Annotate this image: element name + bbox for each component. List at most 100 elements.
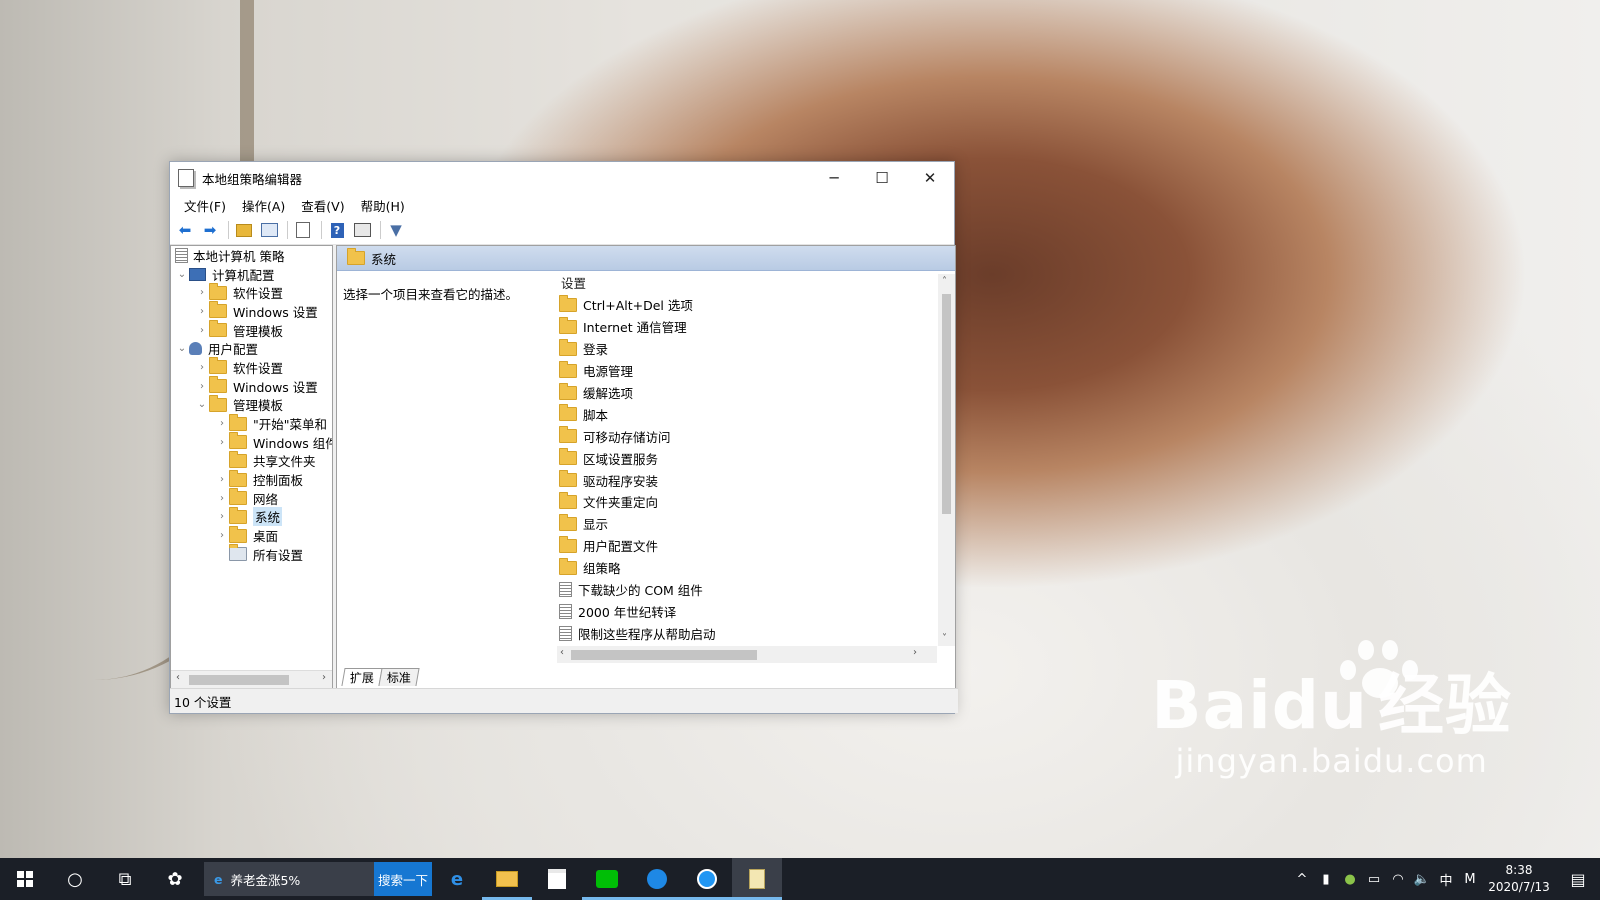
scroll-right-icon[interactable]: ›: [913, 647, 917, 658]
tree-item-network[interactable]: › 网络: [171, 488, 332, 508]
chevron-right-icon[interactable]: ›: [195, 325, 209, 336]
taskbar-clock[interactable]: 8:38 2020/7/13: [1482, 862, 1556, 896]
tree-pane[interactable]: 本地计算机 策略 ⌄ 计算机配置 › 软件设置 › Windows 设置 › 管…: [170, 245, 333, 689]
gpedit-window[interactable]: 本地组策略编辑器 ─ ☐ ✕ 文件(F) 操作(A) 查看(V) 帮助(H) ⬅…: [169, 161, 958, 714]
list-item[interactable]: 显示: [547, 513, 932, 535]
list-item[interactable]: 驱动程序安装: [547, 469, 932, 491]
browser-q-icon[interactable]: [632, 858, 682, 900]
security-shield-icon[interactable]: ●: [1338, 872, 1362, 887]
start-button[interactable]: [0, 858, 50, 900]
menu-help[interactable]: 帮助(H): [353, 196, 413, 215]
chevron-down-icon[interactable]: ⌄: [175, 343, 189, 354]
settings-list[interactable]: 设置 Ctrl+Alt+Del 选项 Internet 通信管理 登录 电源管理…: [547, 274, 932, 646]
chevron-right-icon[interactable]: ›: [215, 511, 229, 522]
wifi-icon[interactable]: ◠: [1386, 872, 1410, 887]
app-swirl-icon[interactable]: ✿: [150, 858, 200, 900]
help-icon[interactable]: ?: [326, 219, 348, 241]
scroll-left-icon[interactable]: ‹: [176, 672, 180, 683]
chevron-right-icon[interactable]: ›: [195, 362, 209, 373]
cortana-icon[interactable]: ○: [50, 858, 100, 900]
ime-mode[interactable]: M: [1458, 872, 1482, 887]
tree-item-uc-admin[interactable]: ⌄ 管理模板: [171, 394, 332, 415]
tree-horizontal-scrollbar[interactable]: ‹ ›: [171, 670, 332, 688]
chevron-right-icon[interactable]: ›: [195, 381, 209, 392]
back-arrow-icon[interactable]: ⬅: [174, 219, 196, 241]
tree-item-start-menu[interactable]: › "开始"菜单和: [171, 413, 332, 433]
ime-language[interactable]: 中: [1434, 870, 1458, 889]
edge-icon[interactable]: e: [432, 858, 482, 900]
file-explorer-icon[interactable]: [482, 858, 532, 900]
close-button[interactable]: ✕: [906, 162, 954, 194]
store-icon[interactable]: [532, 858, 582, 900]
forward-arrow-icon[interactable]: ➡: [199, 219, 221, 241]
notification-center-icon[interactable]: ▤: [1556, 870, 1600, 889]
volume-icon[interactable]: 🔈: [1410, 872, 1434, 887]
tree-item-root[interactable]: 本地计算机 策略: [171, 246, 332, 265]
tree-item-shared-folders[interactable]: 共享文件夹: [171, 450, 332, 471]
details-pane[interactable]: 系统 选择一个项目来查看它的描述。 设置 Ctrl+Alt+Del 选项 Int…: [336, 245, 956, 689]
tree-item-windows-components[interactable]: › Windows 组件: [171, 432, 332, 452]
maximize-button[interactable]: ☐: [858, 162, 906, 194]
tree-item-computer-config[interactable]: ⌄ 计算机配置: [171, 265, 332, 284]
chevron-down-icon[interactable]: ⌄: [175, 269, 189, 280]
tree-item-control-panel[interactable]: › 控制面板: [171, 469, 332, 489]
usb-icon[interactable]: ▮: [1314, 872, 1338, 887]
minimize-button[interactable]: ─: [810, 162, 858, 194]
chevron-right-icon[interactable]: ›: [195, 287, 209, 298]
menu-view[interactable]: 查看(V): [293, 196, 352, 215]
scroll-left-icon[interactable]: ‹: [560, 647, 564, 658]
scroll-right-icon[interactable]: ›: [322, 672, 326, 683]
tree-item-uc-windows[interactable]: › Windows 设置: [171, 376, 332, 396]
taskbar-search-button[interactable]: 搜索一下: [374, 862, 432, 896]
tree-item-system[interactable]: › 系统: [171, 506, 332, 527]
chevron-right-icon[interactable]: ›: [215, 474, 229, 485]
list-item[interactable]: Ctrl+Alt+Del 选项: [547, 294, 932, 316]
list-item[interactable]: 限制这些程序从帮助启动: [547, 622, 932, 644]
column-header-setting[interactable]: 设置: [547, 274, 932, 294]
tab-extended[interactable]: 扩展: [341, 668, 383, 686]
scrollbar-thumb[interactable]: [189, 675, 289, 685]
list-item[interactable]: Internet 通信管理: [547, 316, 932, 338]
filter-icon[interactable]: ▼: [385, 219, 407, 241]
tree-item-all-settings[interactable]: 所有设置: [171, 544, 332, 564]
gpedit-taskbar-icon[interactable]: [732, 858, 782, 900]
scrollbar-thumb[interactable]: [571, 650, 757, 660]
list-item[interactable]: 用户配置文件: [547, 535, 932, 557]
vertical-scrollbar[interactable]: ˄ ˅: [938, 274, 955, 646]
chevron-up-icon[interactable]: ^: [1290, 872, 1314, 887]
show-tree-icon[interactable]: [258, 219, 280, 241]
properties-icon[interactable]: [351, 219, 373, 241]
export-list-icon[interactable]: [292, 219, 314, 241]
chevron-right-icon[interactable]: ›: [215, 437, 229, 448]
menu-file[interactable]: 文件(F): [176, 196, 234, 215]
list-item[interactable]: 脚本: [547, 403, 932, 425]
up-folder-icon[interactable]: [233, 219, 255, 241]
tab-standard[interactable]: 标准: [378, 668, 420, 686]
tree-item-cc-windows[interactable]: › Windows 设置: [171, 301, 332, 321]
scrollbar-thumb[interactable]: [942, 294, 951, 514]
list-item[interactable]: 可移动存储访问: [547, 425, 932, 447]
scroll-down-icon[interactable]: ˅: [942, 633, 947, 644]
list-item[interactable]: 电源管理: [547, 360, 932, 382]
tree-item-cc-software[interactable]: › 软件设置: [171, 282, 332, 302]
chevron-right-icon[interactable]: ›: [195, 306, 209, 317]
list-item[interactable]: 区域设置服务: [547, 447, 932, 469]
horizontal-scrollbar[interactable]: ‹ ›: [557, 646, 937, 663]
title-bar[interactable]: 本地组策略编辑器 ─ ☐ ✕: [170, 162, 954, 194]
scroll-up-icon[interactable]: ˄: [942, 276, 947, 287]
taskbar-search-box[interactable]: e 养老金涨5%: [204, 862, 374, 896]
tree-item-user-config[interactable]: ⌄ 用户配置: [171, 339, 332, 358]
list-item[interactable]: 下载缺少的 COM 组件: [547, 579, 932, 601]
tree-item-desktop[interactable]: › 桌面: [171, 525, 332, 545]
chevron-right-icon[interactable]: ›: [215, 530, 229, 541]
list-item[interactable]: 文件夹重定向: [547, 491, 932, 513]
kugou-icon[interactable]: [682, 858, 732, 900]
battery-icon[interactable]: ▭: [1362, 872, 1386, 887]
chevron-right-icon[interactable]: ›: [215, 493, 229, 504]
tree-item-cc-admin[interactable]: › 管理模板: [171, 320, 332, 340]
menu-action[interactable]: 操作(A): [234, 196, 293, 215]
list-item[interactable]: 登录: [547, 338, 932, 360]
list-item[interactable]: 缓解选项: [547, 382, 932, 404]
tree-item-uc-software[interactable]: › 软件设置: [171, 357, 332, 377]
chevron-right-icon[interactable]: ›: [215, 418, 229, 429]
